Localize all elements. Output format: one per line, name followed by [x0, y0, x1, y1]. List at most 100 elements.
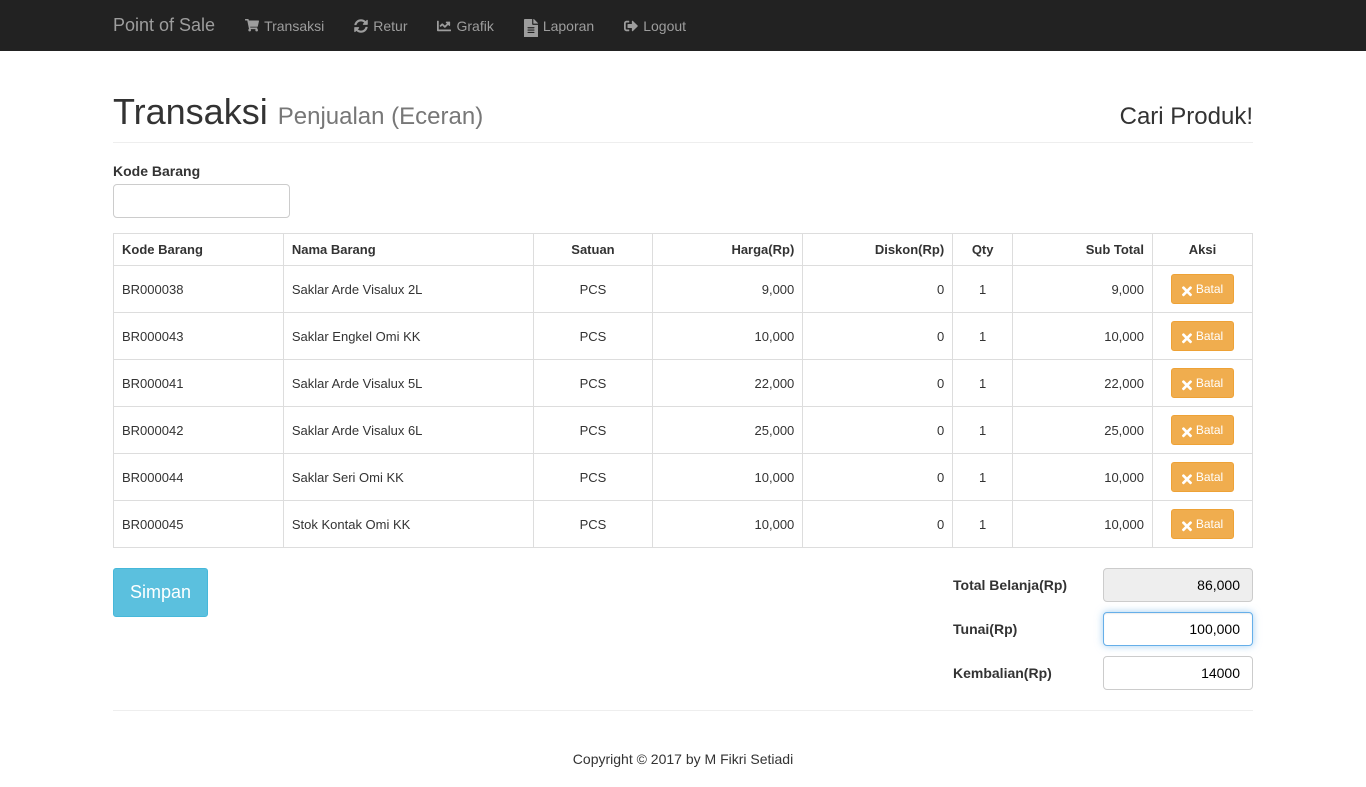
cell-nama: Saklar Engkel Omi KK: [283, 313, 533, 360]
totals-form: Total Belanja(Rp) Tunai(Rp) Kembalian(Rp…: [953, 568, 1253, 690]
total-belanja-label: Total Belanja(Rp): [953, 577, 1083, 593]
batal-label: Batal: [1196, 280, 1223, 298]
th-harga: Harga(Rp): [653, 234, 803, 266]
nav-label: Retur: [373, 18, 407, 34]
th-kode: Kode Barang: [114, 234, 284, 266]
kode-barang-group: Kode Barang: [113, 163, 1253, 218]
simpan-button[interactable]: Simpan: [113, 568, 208, 617]
cell-diskon: 0: [803, 454, 953, 501]
batal-button[interactable]: Batal: [1171, 321, 1234, 351]
kembalian-input[interactable]: [1103, 656, 1253, 690]
close-icon: [1182, 378, 1192, 388]
th-aksi: Aksi: [1152, 234, 1252, 266]
cell-nama: Saklar Arde Visalux 6L: [283, 407, 533, 454]
nav-laporan[interactable]: Laporan: [509, 3, 609, 49]
kode-barang-label: Kode Barang: [113, 163, 1253, 179]
th-diskon: Diskon(Rp): [803, 234, 953, 266]
cell-aksi: Batal: [1152, 407, 1252, 454]
file-icon: [524, 19, 538, 33]
navbar: Point of Sale Transaksi Retur: [0, 0, 1366, 51]
th-subtotal: Sub Total: [1013, 234, 1153, 266]
table-row: BR000041 Saklar Arde Visalux 5L PCS 22,0…: [114, 360, 1253, 407]
tunai-label: Tunai(Rp): [953, 621, 1083, 637]
footer: Copyright © 2017 by M Fikri Setiadi: [113, 731, 1253, 787]
kode-barang-input[interactable]: [113, 184, 290, 218]
table-row: BR000042 Saklar Arde Visalux 6L PCS 25,0…: [114, 407, 1253, 454]
cell-subtotal: 22,000: [1013, 360, 1153, 407]
cell-subtotal: 9,000: [1013, 266, 1153, 313]
batal-label: Batal: [1196, 327, 1223, 345]
batal-label: Batal: [1196, 421, 1223, 439]
cell-aksi: Batal: [1152, 313, 1252, 360]
cell-satuan: PCS: [533, 360, 653, 407]
cell-harga: 10,000: [653, 501, 803, 548]
cell-qty: 1: [953, 454, 1013, 501]
nav-transaksi[interactable]: Transaksi: [230, 3, 339, 49]
page-subtitle: Penjualan (Eceran): [278, 103, 483, 130]
cell-kode: BR000038: [114, 266, 284, 313]
cell-qty: 1: [953, 266, 1013, 313]
cell-qty: 1: [953, 313, 1013, 360]
nav-label: Transaksi: [264, 18, 324, 34]
cari-produk-link[interactable]: Cari Produk!: [1120, 103, 1253, 131]
cell-qty: 1: [953, 407, 1013, 454]
cell-satuan: PCS: [533, 313, 653, 360]
close-icon: [1182, 519, 1192, 529]
cell-nama: Stok Kontak Omi KK: [283, 501, 533, 548]
cart-icon: [245, 19, 259, 33]
cell-aksi: Batal: [1152, 266, 1252, 313]
nav-label: Grafik: [456, 18, 493, 34]
totals-section: Simpan Total Belanja(Rp) Tunai(Rp) Kemba…: [113, 568, 1253, 690]
cell-diskon: 0: [803, 360, 953, 407]
chart-icon: [437, 19, 451, 33]
page-header: Transaksi Penjualan (Eceran) Cari Produk…: [113, 91, 1253, 143]
table-row: BR000038 Saklar Arde Visalux 2L PCS 9,00…: [114, 266, 1253, 313]
close-icon: [1182, 425, 1192, 435]
batal-button[interactable]: Batal: [1171, 368, 1234, 398]
cell-harga: 9,000: [653, 266, 803, 313]
cell-kode: BR000045: [114, 501, 284, 548]
cell-satuan: PCS: [533, 501, 653, 548]
batal-button[interactable]: Batal: [1171, 415, 1234, 445]
cell-harga: 22,000: [653, 360, 803, 407]
navbar-brand[interactable]: Point of Sale: [98, 0, 230, 51]
nav-label: Laporan: [543, 18, 594, 34]
close-icon: [1182, 284, 1192, 294]
batal-button[interactable]: Batal: [1171, 462, 1234, 492]
cell-diskon: 0: [803, 266, 953, 313]
table-row: BR000045 Stok Kontak Omi KK PCS 10,000 0…: [114, 501, 1253, 548]
cell-kode: BR000041: [114, 360, 284, 407]
page-title: Transaksi Penjualan (Eceran): [113, 91, 483, 133]
cell-nama: Saklar Seri Omi KK: [283, 454, 533, 501]
cell-harga: 25,000: [653, 407, 803, 454]
batal-button[interactable]: Batal: [1171, 274, 1234, 304]
total-belanja-input: [1103, 568, 1253, 602]
th-qty: Qty: [953, 234, 1013, 266]
cell-subtotal: 10,000: [1013, 454, 1153, 501]
cell-qty: 1: [953, 501, 1013, 548]
cell-nama: Saklar Arde Visalux 5L: [283, 360, 533, 407]
close-icon: [1182, 331, 1192, 341]
transaction-table: Kode Barang Nama Barang Satuan Harga(Rp)…: [113, 233, 1253, 548]
nav-logout[interactable]: Logout: [609, 3, 701, 49]
tunai-input[interactable]: [1103, 612, 1253, 646]
cell-kode: BR000042: [114, 407, 284, 454]
cell-aksi: Batal: [1152, 454, 1252, 501]
cell-diskon: 0: [803, 501, 953, 548]
cell-kode: BR000043: [114, 313, 284, 360]
cell-satuan: PCS: [533, 454, 653, 501]
th-nama: Nama Barang: [283, 234, 533, 266]
cell-satuan: PCS: [533, 407, 653, 454]
cell-nama: Saklar Arde Visalux 2L: [283, 266, 533, 313]
cell-harga: 10,000: [653, 454, 803, 501]
navbar-nav: Transaksi Retur Grafik: [230, 3, 701, 49]
cell-diskon: 0: [803, 313, 953, 360]
nav-retur[interactable]: Retur: [339, 3, 422, 49]
nav-grafik[interactable]: Grafik: [422, 3, 508, 49]
table-row: BR000043 Saklar Engkel Omi KK PCS 10,000…: [114, 313, 1253, 360]
batal-button[interactable]: Batal: [1171, 509, 1234, 539]
batal-label: Batal: [1196, 515, 1223, 533]
cell-qty: 1: [953, 360, 1013, 407]
kembalian-label: Kembalian(Rp): [953, 665, 1083, 681]
batal-label: Batal: [1196, 374, 1223, 392]
